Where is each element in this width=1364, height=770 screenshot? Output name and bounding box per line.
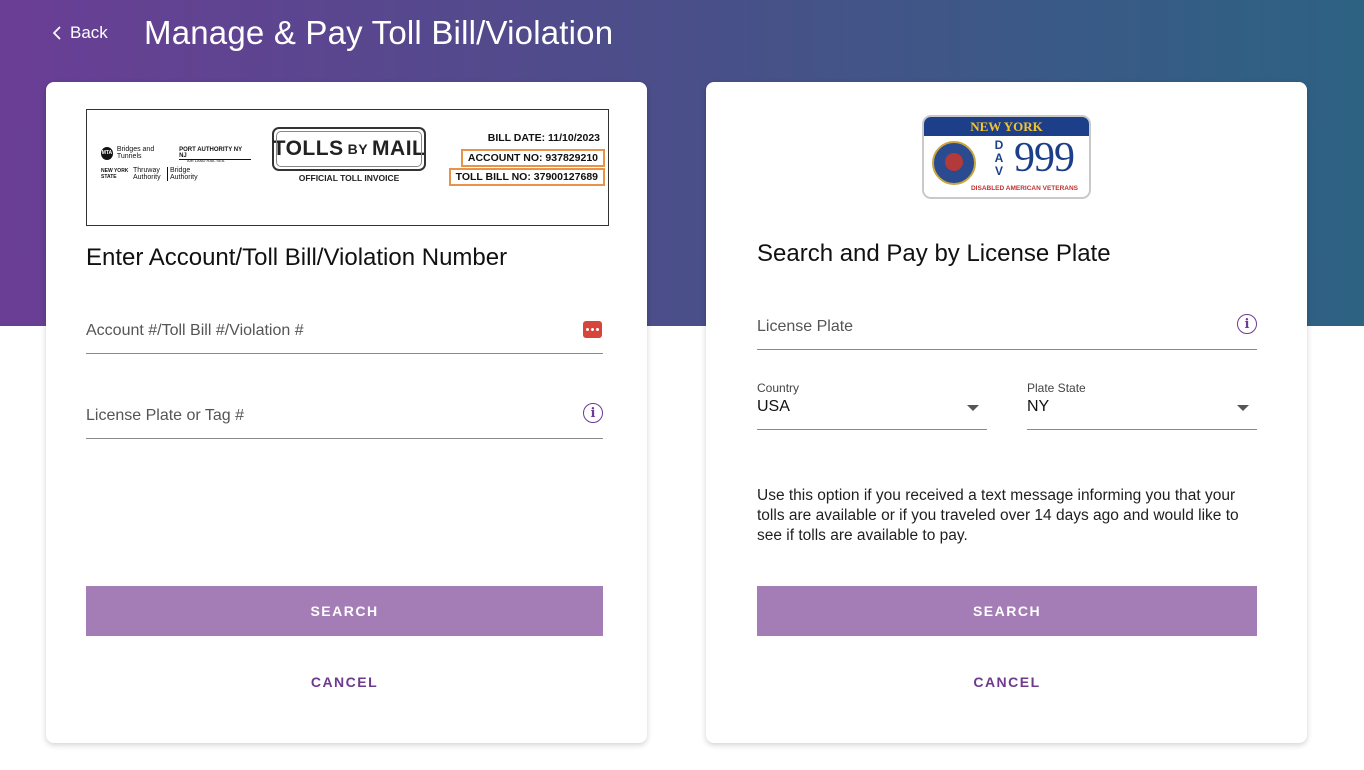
license-plate-tag-placeholder: License Plate or Tag #: [86, 407, 245, 424]
ny-state-logo: NEW YORK STATE: [101, 168, 129, 180]
agency-logos: MTA Bridges and Tunnels PORT AUTHORITY N…: [101, 142, 251, 192]
tolls-by-mail-word-by: BY: [347, 141, 369, 157]
country-select[interactable]: Country USA: [757, 381, 987, 430]
plate-cancel-button[interactable]: CANCEL: [757, 670, 1257, 694]
plate-letters: D A V: [994, 139, 1004, 178]
plate-state-value: NY: [1027, 398, 1050, 415]
account-number-highlight: ACCOUNT NO: 937829210: [460, 149, 605, 167]
chevron-down-icon: [967, 405, 979, 411]
back-button[interactable]: Back: [50, 20, 108, 46]
license-plate-placeholder: License Plate: [757, 318, 854, 335]
chevron-down-icon: [1237, 405, 1249, 411]
mta-logo: MTA: [101, 146, 113, 160]
account-cancel-button[interactable]: CANCEL: [86, 670, 603, 694]
password-manager-icon[interactable]: [583, 318, 603, 338]
plate-search-note: Use this option if you received a text m…: [757, 487, 1239, 544]
top-bar: Back Manage & Pay Toll Bill/Violation: [0, 0, 1364, 70]
info-icon[interactable]: i: [583, 403, 603, 423]
thruway-authority-text: Thruway Authority: [133, 167, 161, 181]
country-label: Country: [757, 381, 800, 395]
plate-search-title: Search and Pay by License Plate: [757, 240, 1111, 267]
plate-search-card: NEW YORK D A V 999 DISABLED AMERICAN VET…: [706, 82, 1307, 743]
plate-state-select[interactable]: Plate State NY: [1027, 381, 1257, 430]
account-search-title: Enter Account/Toll Bill/Violation Number: [86, 244, 508, 271]
license-plate-field[interactable]: License Plate i: [757, 310, 1257, 350]
dav-seal-icon: [932, 141, 976, 185]
plate-caption: DISABLED AMERICAN VETERANS: [970, 185, 1078, 192]
plate-number: 999: [1014, 135, 1075, 181]
back-chevron-icon: [53, 26, 61, 40]
license-plate-image: NEW YORK D A V 999 DISABLED AMERICAN VET…: [922, 115, 1091, 199]
tolls-by-mail-word-mail: MAIL: [372, 137, 426, 160]
bill-date: BILL DATE: 11/10/2023: [487, 132, 600, 144]
license-plate-tag-field[interactable]: License Plate or Tag # i: [86, 399, 603, 439]
toll-bill-number-highlight: TOLL BILL NO: 37900127689: [448, 168, 605, 186]
account-number-field[interactable]: Account #/Toll Bill #/Violation #: [86, 314, 603, 354]
tolls-by-mail-logo: TOLLS BY MAIL: [272, 127, 426, 171]
account-search-card: MTA Bridges and Tunnels PORT AUTHORITY N…: [46, 82, 647, 743]
country-value: USA: [757, 398, 790, 415]
official-invoice-text: OFFICIAL TOLL INVOICE: [298, 173, 400, 183]
plate-state-label: Plate State: [1027, 381, 1086, 395]
sample-invoice-image: MTA Bridges and Tunnels PORT AUTHORITY N…: [86, 109, 609, 226]
bridges-tunnels-text: Bridges and Tunnels: [116, 146, 155, 160]
bridge-authority-text: Bridge Authority: [167, 167, 198, 181]
tolls-by-mail-word-tolls: TOLLS: [272, 137, 344, 160]
plate-search-button[interactable]: SEARCH: [757, 586, 1257, 636]
page-title: Manage & Pay Toll Bill/Violation: [144, 14, 614, 51]
plate-letter: V: [994, 164, 1003, 178]
account-number-placeholder: Account #/Toll Bill #/Violation #: [86, 322, 304, 339]
account-search-button[interactable]: SEARCH: [86, 586, 603, 636]
back-label: Back: [70, 23, 108, 42]
info-icon[interactable]: i: [1237, 314, 1257, 334]
